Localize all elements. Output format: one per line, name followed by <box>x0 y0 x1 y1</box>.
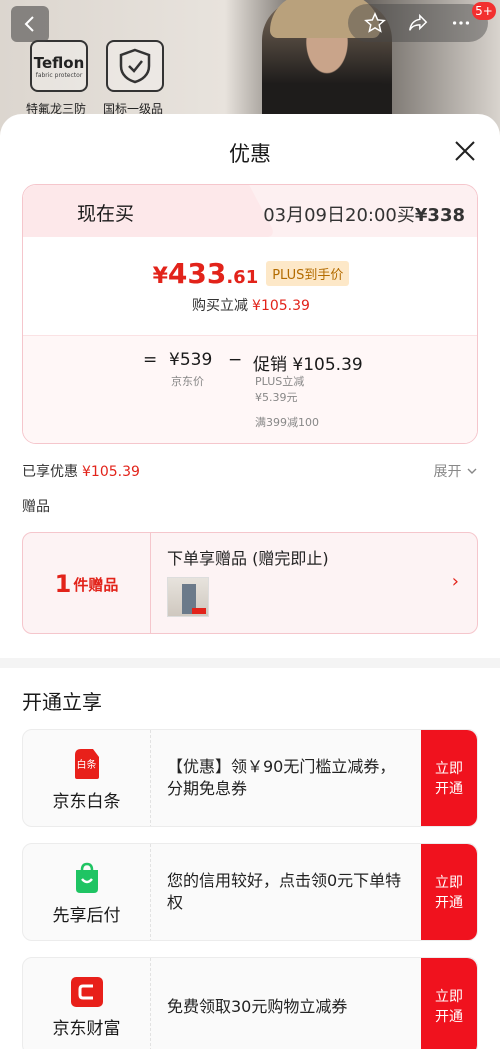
full-reduction-rule: 满399减100 <box>255 416 319 429</box>
final-price-row: ¥433.61 PLUS到手价 <box>23 257 477 290</box>
teflon-logo-subtext: fabric protector <box>35 71 83 79</box>
expand-label: 展开 <box>433 464 462 480</box>
gift-count: 1 件赠品 <box>23 533 151 633</box>
service-description: 【优惠】领￥90无门槛立减券，分期免息券 <box>167 757 396 798</box>
teflon-logo: Teflon fabric protector <box>30 40 88 92</box>
gift-section-label: 赠品 <box>22 499 50 515</box>
sheet-title: 优惠 <box>229 142 271 166</box>
more-icon[interactable] <box>450 12 472 34</box>
tab-buy-later-time: 03月09日20:00买 <box>263 205 415 226</box>
tab-buy-now-label[interactable]: 现在买 <box>77 199 134 226</box>
plus-reduction-label: PLUS立减 <box>255 375 305 388</box>
minus-sign: − <box>228 350 243 370</box>
service-brand: 白条 京东白条 <box>23 730 151 826</box>
enjoyed-discount-label: 已享优惠 <box>22 464 78 480</box>
price-breakdown-card: 现在买 03月09日20:00买¥338 ¥433.61 PLUS到手价 购买立… <box>22 184 478 444</box>
jd-finance-icon <box>70 976 103 1007</box>
service-name: 先享后付 <box>52 905 121 926</box>
final-price: ¥433.61 <box>153 257 259 290</box>
gift-count-unit: 件赠品 <box>73 575 119 594</box>
service-card-pay-later[interactable]: 先享后付 您的信用较好，点击领0元下单特权 立即开通 <box>22 843 478 941</box>
open-now-button[interactable]: 立即开通 <box>421 958 477 1049</box>
top-action-bar <box>348 4 488 42</box>
shopping-bag-icon <box>75 862 98 893</box>
close-button[interactable] <box>450 136 480 166</box>
final-price-dec: .61 <box>226 267 259 288</box>
price-calculation: = ¥539 京东价 − 促销 ¥105.39 PLUS立减 ¥5.39元 满39… <box>23 335 477 443</box>
chevron-left-icon <box>24 16 34 32</box>
service-brand: 先享后付 <box>23 844 151 940</box>
gift-count-number: 1 <box>54 570 72 598</box>
service-name: 京东白条 <box>52 791 121 812</box>
gift-product-thumbnail[interactable] <box>167 577 209 617</box>
purchase-reduction-amount: ¥105.39 <box>252 298 310 314</box>
baitiao-icon-label: 白条 <box>76 760 97 771</box>
service-card-wealth[interactable]: 京东财富 免费领取30元购物立减券 立即开通 <box>22 957 478 1049</box>
open-now-label: 立即开通 <box>435 989 463 1025</box>
expand-button[interactable]: 展开 <box>434 461 478 481</box>
section-divider <box>0 658 500 668</box>
open-benefits-title: 开通立享 <box>22 690 102 714</box>
jd-price-value: ¥539 <box>169 350 213 370</box>
discount-sheet: 优惠 现在买 03月09日20:00买¥338 ¥433.61 PLUS到手价 … <box>0 114 500 1049</box>
open-now-button[interactable]: 立即开通 <box>421 844 477 940</box>
promo-value: 促销 ¥105.39 <box>253 355 363 375</box>
service-card-baitiao[interactable]: 白条 京东白条 【优惠】领￥90无门槛立减券，分期免息券 立即开通 <box>22 729 478 827</box>
promo-detail: PLUS立减 ¥5.39元 <box>255 374 304 406</box>
gift-title: 下单享赠品 (赠完即止) <box>167 549 329 568</box>
plus-price-tag: PLUS到手价 <box>266 261 350 286</box>
service-description: 免费领取30元购物立减券 <box>167 997 348 1016</box>
enjoyed-discount: 已享优惠 ¥105.39 <box>22 461 140 481</box>
service-name: 京东财富 <box>52 1018 121 1039</box>
service-brand: 京东财富 <box>23 958 151 1049</box>
teflon-logo-text: Teflon <box>33 53 85 72</box>
close-icon <box>455 141 475 161</box>
share-icon[interactable] <box>407 12 429 34</box>
gift-thumbnail-tag <box>192 608 206 614</box>
enjoyed-discount-amount: ¥105.39 <box>82 464 140 480</box>
final-price-int: 433 <box>167 257 227 290</box>
plus-reduction-amount: ¥5.39元 <box>255 391 298 404</box>
jd-price-caption: 京东价 <box>171 375 204 388</box>
final-price-currency: ¥ <box>152 264 168 289</box>
tab-buy-later[interactable]: 03月09日20:00买¥338 <box>263 201 465 227</box>
chevron-down-icon <box>467 468 477 474</box>
chevron-right-icon: › <box>451 571 459 592</box>
shield-certification-icon <box>106 40 164 92</box>
purchase-reduction: 购买立减 ¥105.39 <box>23 295 477 315</box>
notification-badge: 5+ <box>472 2 496 20</box>
star-icon[interactable] <box>364 12 387 34</box>
gift-card[interactable]: 1 件赠品 下单享赠品 (赠完即止) › <box>22 532 478 634</box>
tab-buy-later-price: ¥338 <box>414 205 465 226</box>
purchase-reduction-label: 购买立减 <box>192 298 249 314</box>
open-now-button[interactable]: 立即开通 <box>421 730 477 826</box>
open-now-label: 立即开通 <box>435 875 463 911</box>
equals-sign: = <box>143 350 158 370</box>
service-description: 您的信用较好，点击领0元下单特权 <box>167 871 402 912</box>
buy-time-tabs: 现在买 03月09日20:00买¥338 <box>23 185 477 237</box>
open-now-label: 立即开通 <box>435 761 463 797</box>
back-button[interactable] <box>11 6 49 42</box>
